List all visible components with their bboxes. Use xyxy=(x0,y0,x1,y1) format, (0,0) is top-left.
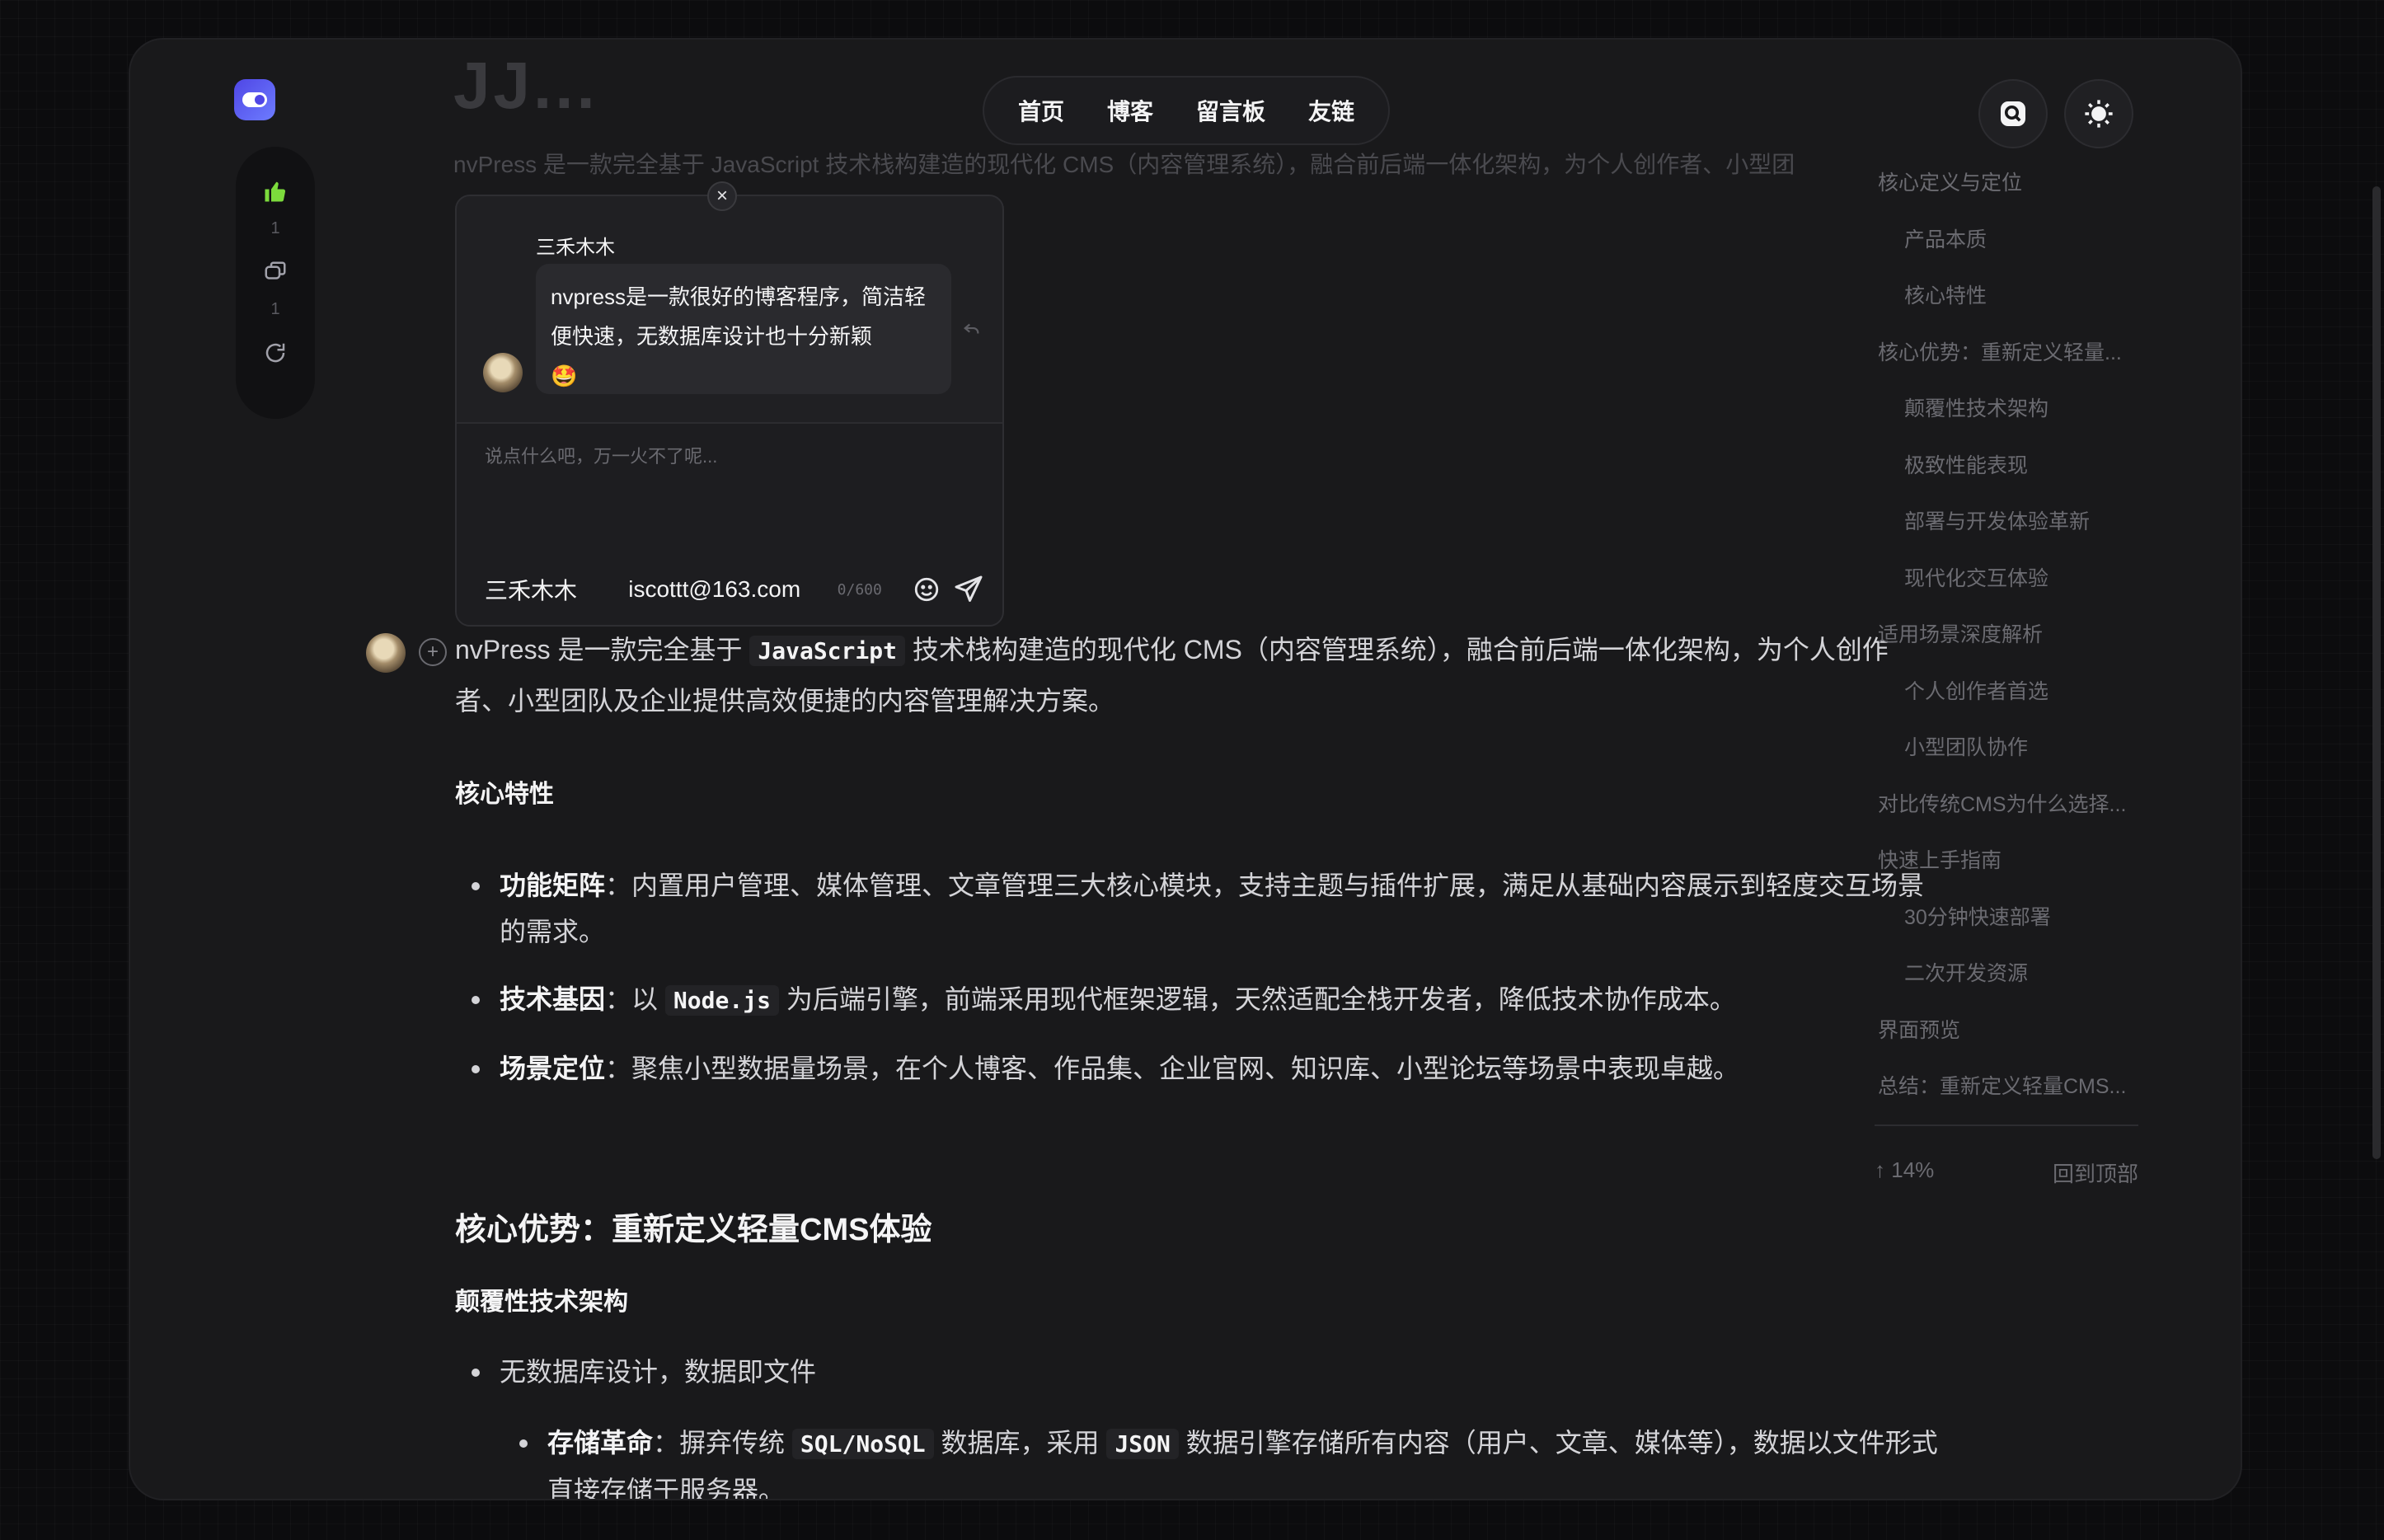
page-scrollbar[interactable] xyxy=(2372,186,2381,1159)
toc-item[interactable]: 二次开发资源 xyxy=(1878,946,2150,1002)
comment-emoji: 🤩 xyxy=(551,364,578,388)
char-count: 0/600 xyxy=(837,580,882,599)
comment-input-area: 三禾木木 iscottt@163.com 0/600 xyxy=(457,424,1002,625)
comment-text: nvpress是一款很好的博客程序，简洁轻便快速，无数据库设计也十分新颖 xyxy=(551,284,927,349)
toc-item[interactable]: 快速上手指南 xyxy=(1878,833,2150,890)
nav-blog[interactable]: 博客 xyxy=(1107,94,1153,127)
list-item: 存储革命：摒弃传统 SQL/NoSQL 数据库，采用 JSON 数据引擎存储所有… xyxy=(519,1420,1939,1499)
toc-item[interactable]: 适用场景深度解析 xyxy=(1878,607,2150,664)
site-logo[interactable] xyxy=(234,79,275,120)
article-intro: nvPress 是一款完全基于 JavaScript 技术栈构建造的现代化 CM… xyxy=(455,635,1889,716)
toc-item[interactable]: 核心特性 xyxy=(1878,268,2150,325)
list-item: 技术基因：以 Node.js 为后端引擎，前端采用现代框架逻辑，天然适配全栈开发… xyxy=(472,976,1941,1024)
comment-author: 三禾木木 xyxy=(536,237,615,259)
comment-popup: × 三禾木木 nvpress是一款很好的博客程序，简洁轻便快速，无数据库设计也十… xyxy=(455,181,1004,627)
list-item: 无数据库设计，数据即文件 xyxy=(472,1349,1941,1395)
reply-icon[interactable] xyxy=(963,320,981,343)
theme-toggle-button[interactable] xyxy=(2064,79,2133,148)
email-field[interactable]: iscottt@163.com xyxy=(628,576,837,603)
search-icon xyxy=(2001,101,2025,126)
comment-icon[interactable] xyxy=(260,257,290,287)
toc-footer: ↑ 14% 回到顶部 xyxy=(1875,1157,2138,1188)
reading-progress: ↑ 14% xyxy=(1875,1157,1935,1182)
toc-item[interactable]: 30分钟快速部署 xyxy=(1878,890,2150,946)
like-icon[interactable] xyxy=(260,176,290,206)
article-title-faded: JJ... xyxy=(453,49,598,122)
article-intro-faded: nvPress 是一款完全基于 JavaScript 技术栈构建造的现代化 CM… xyxy=(453,152,1795,177)
toc-item[interactable]: 颠覆性技术架构 xyxy=(1878,381,2150,438)
nav-home[interactable]: 首页 xyxy=(1018,94,1064,127)
comment-avatar xyxy=(483,353,523,392)
heading-architecture: 颠覆性技术架构 xyxy=(455,1289,628,1316)
back-to-top-link[interactable]: 回到顶部 xyxy=(2053,1157,2138,1188)
comment-count: 1 xyxy=(270,300,280,318)
heading-core-advantages: 核心优势：重新定义轻量CMS体验 xyxy=(455,1213,932,1247)
arrow-up-icon: ↑ xyxy=(1875,1157,1892,1182)
toc-item[interactable]: 对比传统CMS为什么选择... xyxy=(1878,777,2150,833)
toc-divider xyxy=(1875,1124,2138,1126)
emoji-picker-icon[interactable] xyxy=(909,572,944,607)
toc-item[interactable]: 核心优势：重新定义轻量... xyxy=(1878,325,2150,382)
main-nav: 首页 博客 留言板 友链 xyxy=(983,76,1390,145)
toc-item[interactable]: 总结：重新定义轻量CMS... xyxy=(1878,1059,2150,1115)
share-icon[interactable] xyxy=(260,338,290,368)
toc-item[interactable]: 小型团队协作 xyxy=(1878,720,2150,777)
send-icon[interactable] xyxy=(951,572,986,607)
close-popup-button[interactable]: × xyxy=(707,181,737,211)
like-count: 1 xyxy=(270,219,280,237)
nav-links[interactable]: 友链 xyxy=(1308,94,1354,127)
list-item: 功能矩阵：内置用户管理、媒体管理、文章管理三大核心模块，支持主题与插件扩展，满足… xyxy=(472,862,1941,955)
page-frame: JJ... nvPress 是一款完全基于 JavaScript 技术栈构建造的… xyxy=(130,40,2241,1499)
add-comment-icon[interactable]: + xyxy=(419,638,447,666)
toc-item[interactable]: 产品本质 xyxy=(1878,212,2150,269)
logo-toggle-icon xyxy=(242,92,267,107)
toc-item[interactable]: 个人创作者首选 xyxy=(1878,664,2150,721)
architecture-list: 无数据库设计，数据即文件 xyxy=(472,1349,1941,1395)
toc-item[interactable]: 界面预览 xyxy=(1878,1002,2150,1059)
table-of-contents: 核心定义与定位 产品本质 核心特性 核心优势：重新定义轻量... 颠覆性技术架构… xyxy=(1878,155,2150,1115)
nav-guestbook[interactable]: 留言板 xyxy=(1196,94,1265,127)
heading-core-features: 核心特性 xyxy=(455,781,554,808)
list-item: 场景定位：聚焦小型数据量场景，在个人博客、作品集、企业官网、知识库、小型论坛等场… xyxy=(472,1045,1941,1092)
search-button[interactable] xyxy=(1978,79,2048,148)
storage-list: 存储革命：摒弃传统 SQL/NoSQL 数据库，采用 JSON 数据引擎存储所有… xyxy=(519,1420,1939,1499)
name-field[interactable]: 三禾木木 xyxy=(485,573,628,606)
toc-item[interactable]: 核心定义与定位 xyxy=(1878,155,2150,212)
toc-item[interactable]: 部署与开发体验革新 xyxy=(1878,494,2150,551)
features-list: 功能矩阵：内置用户管理、媒体管理、文章管理三大核心模块，支持主题与插件扩展，满足… xyxy=(472,862,1941,1113)
action-rail: 1 1 xyxy=(236,147,315,419)
toc-item[interactable]: 现代化交互体验 xyxy=(1878,551,2150,608)
author-avatar xyxy=(366,633,406,673)
sun-icon xyxy=(2085,100,2113,128)
comment-input[interactable] xyxy=(485,442,979,541)
comment-bubble: nvpress是一款很好的博客程序，简洁轻便快速，无数据库设计也十分新颖 🤩 xyxy=(536,264,951,394)
toc-item[interactable]: 极致性能表现 xyxy=(1878,438,2150,495)
inline-code: JavaScript xyxy=(749,636,905,666)
comment-footer: 三禾木木 iscottt@163.com 0/600 xyxy=(485,569,986,610)
